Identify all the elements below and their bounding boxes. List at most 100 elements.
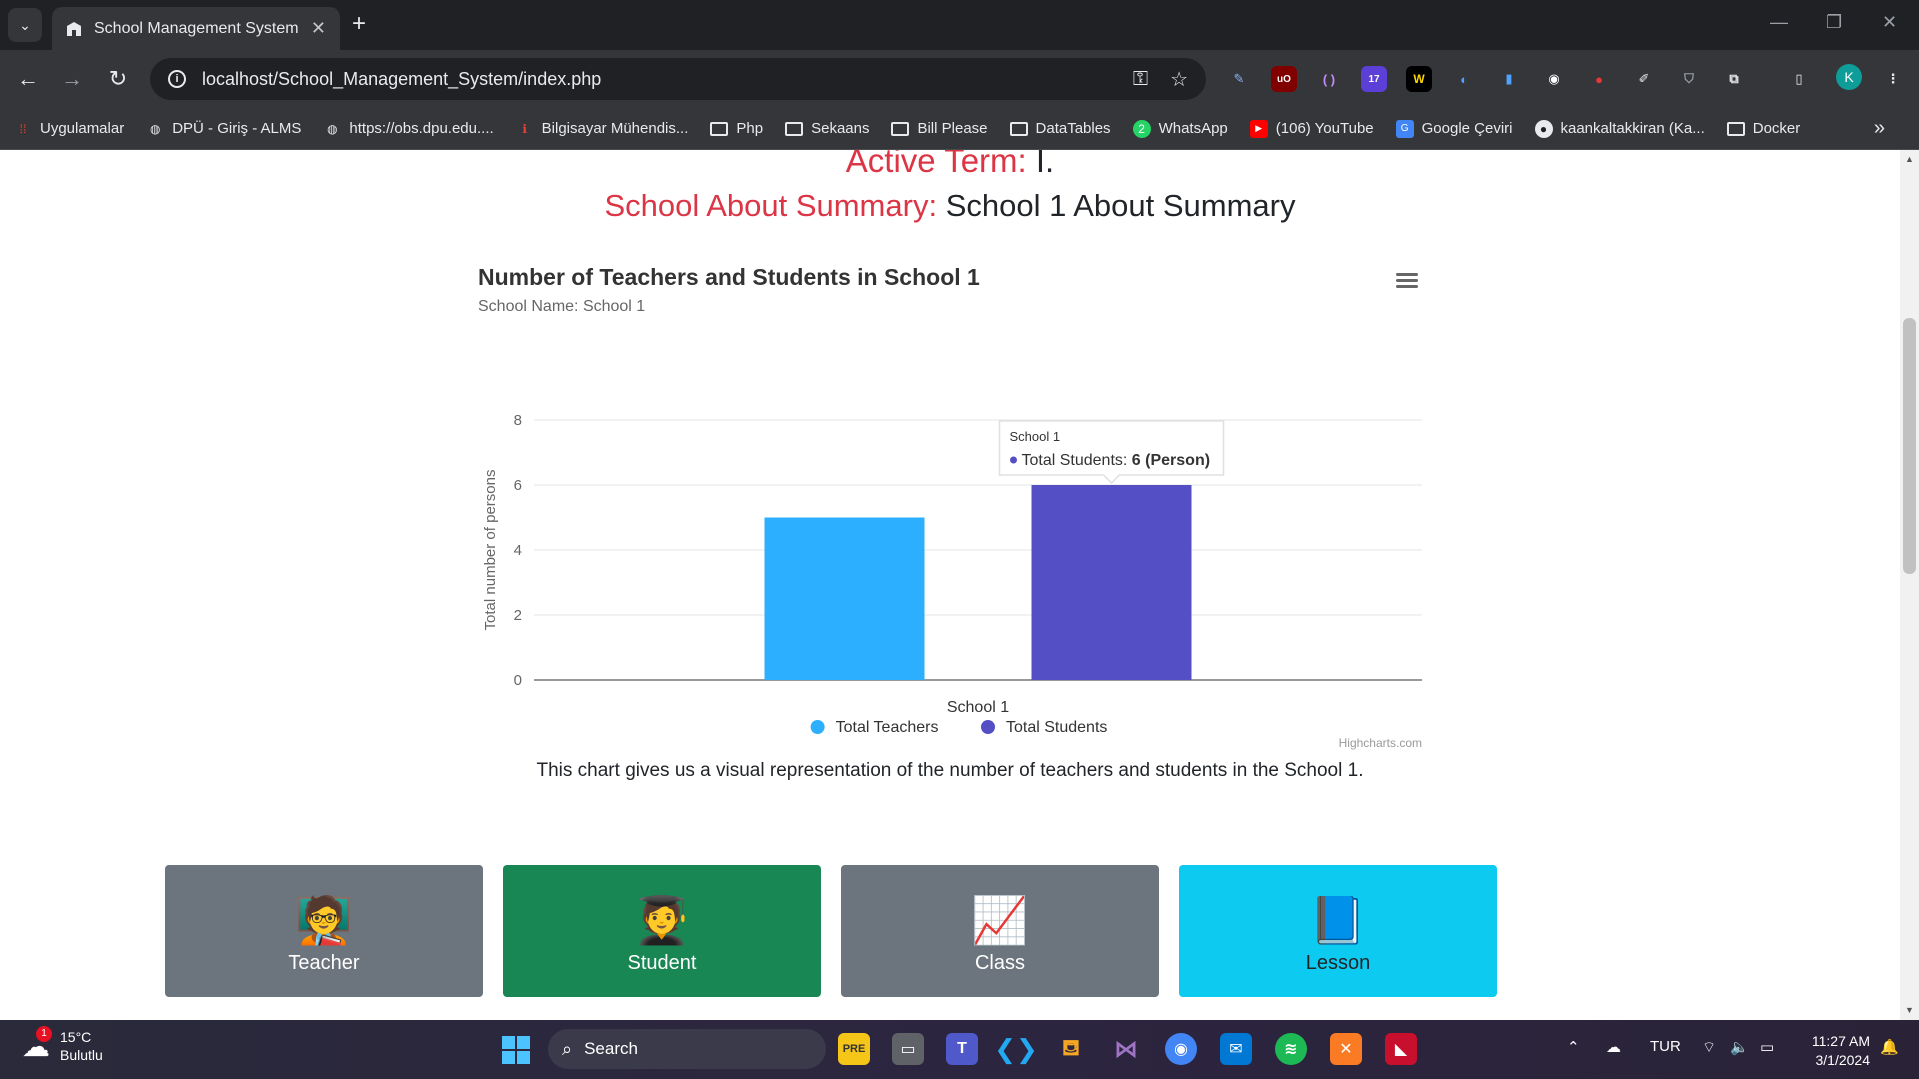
visual-studio-icon[interactable]: ⋈ [1110,1033,1142,1065]
tab-search-button[interactable]: ⌄ [8,8,42,42]
bookmark-label: (106) YouTube [1275,120,1374,137]
bookmark-label: Php [736,120,764,137]
forward-icon[interactable]: → [58,66,86,92]
tab-close-icon[interactable]: ✕ [311,18,326,39]
close-window-icon[interactable]: ✕ [1882,12,1897,33]
extension-record-icon[interactable]: ● [1586,66,1612,92]
teacher-card[interactable]: 🧑‍🏫 Teacher [165,865,483,997]
bookmark-google-translate[interactable]: G Google Çeviri [1395,119,1513,138]
tray-chevron-icon[interactable]: ⌃ [1567,1038,1580,1056]
bookmark-dpu-alms[interactable]: ◍ DPÜ - Giriş - ALMS [146,120,301,138]
extension-badge-icon[interactable]: 17 [1361,66,1387,92]
password-key-icon[interactable]: ⚿ [1133,68,1148,91]
system-clock[interactable]: 11:27 AM 3/1/2024 [1800,1032,1870,1070]
bookmark-bill-please[interactable]: Bill Please [891,120,988,137]
url-text[interactable]: localhost/School_Management_System/index… [202,69,1111,90]
taskbar-app-pre-icon[interactable]: PRE [838,1033,870,1065]
taskbar-app-red-icon[interactable]: ◣ [1385,1033,1417,1065]
bookmark-github[interactable]: ● kaankaltakkiran (Ka... [1534,119,1705,138]
taskbar-app-orange-icon[interactable]: ⛾ [1055,1033,1087,1065]
new-tab-button[interactable]: + [352,10,366,38]
page-content: Active Term: I. School About Summary: Sc… [0,150,1900,1020]
taskbar-search-label: Search [584,1039,638,1058]
scroll-down-icon[interactable]: ▼ [1905,1005,1914,1015]
weather-desc: Bulutlu [60,1047,103,1063]
vscode-icon[interactable]: ❮❯ [994,1033,1038,1065]
chart-caption: This chart gives us a visual representat… [536,760,1364,781]
bookmark-label: Bill Please [917,120,988,137]
more-bookmarks-icon[interactable]: » [1874,117,1885,140]
search-icon: ⌕ [562,1038,573,1059]
extension-pen-icon[interactable]: ✎ [1226,66,1252,92]
bookmark-obs[interactable]: ◍ https://obs.dpu.edu.... [323,120,494,138]
bookmark-whatsapp[interactable]: 2 WhatsApp [1132,119,1228,138]
navigation-cards: 🧑‍🏫 Teacher 🧑‍🎓 Student 📈 Class 📘 Lesson [165,865,1497,997]
bar-total-students [1031,485,1192,680]
volume-icon[interactable]: 🔈 [1730,1038,1749,1056]
extensions-puzzle-icon[interactable]: ⧉ [1721,66,1747,92]
scroll-thumb[interactable] [1903,318,1916,574]
bookmark-label: Docker [1752,120,1801,137]
notification-bell-icon[interactable]: 🔔 [1880,1038,1899,1056]
chalkboard-icon: 📈 [971,894,1029,946]
bookmark-docker[interactable]: Docker [1726,120,1801,137]
language-indicator[interactable]: TUR [1650,1038,1681,1055]
extension-w-icon[interactable]: W [1406,66,1432,92]
scroll-up-icon[interactable]: ▲ [1905,154,1914,164]
browser-tab[interactable]: School Management System ✕ [52,7,340,50]
chrome-icon[interactable]: ◉ [1165,1033,1197,1065]
xampp-icon[interactable]: ✕ [1330,1033,1362,1065]
chart-svg: 0 2 4 6 8 Total number of persons School 1 Tota… [482,412,1422,736]
class-card[interactable]: 📈 Class [841,865,1159,997]
folder-icon [710,121,729,136]
extension-badge-count: 17 [1368,73,1380,85]
student-card[interactable]: 🧑‍🎓 Student [503,865,821,997]
whatsapp-icon: 2 [1132,119,1151,138]
minimize-icon[interactable]: — [1770,12,1788,33]
lesson-card[interactable]: 📘 Lesson [1179,865,1497,997]
onedrive-icon[interactable]: ☁ [1606,1038,1621,1056]
extension-circle-icon[interactable]: ◉ [1541,66,1567,92]
extension-doc-icon[interactable]: ▮ [1496,66,1522,92]
chart-context-menu-icon[interactable] [1393,270,1421,294]
bookmark-apps[interactable]: ⁞⁞ Uygulamalar [14,120,125,138]
weather-temp: 15°C [60,1029,92,1045]
site-info-icon[interactable]: i [168,70,186,88]
chart-credits[interactable]: Highcharts.com [1339,736,1422,750]
bookmark-php[interactable]: Php [710,120,763,137]
bookmark-sekaans[interactable]: Sekaans [785,120,869,137]
battery-icon[interactable]: ▭ [1760,1038,1774,1056]
teacher-icon: 🧑‍🏫 [295,894,353,946]
spotify-icon[interactable]: ≋ [1275,1033,1307,1065]
mail-icon[interactable]: ✉ [1220,1033,1252,1065]
extension-shield-icon[interactable]: ⛉ [1676,66,1702,92]
legend-label: Total Teachers [836,719,939,736]
tooltip-value: 6 (Person) [1132,452,1210,469]
side-panel-icon[interactable]: ▯ [1786,66,1812,92]
y-tick-label: 8 [514,412,522,429]
taskbar-search[interactable]: ⌕ Search [548,1029,826,1069]
bookmark-star-icon[interactable]: ☆ [1170,67,1188,92]
wifi-icon[interactable]: ⌔ [1702,1038,1716,1057]
teacher-student-chart: 0 2 4 6 8 Total number of persons School 1 Tota… [468,256,1432,756]
browser-toolbar: ← → ↻ i localhost/School_Management_Syst… [0,50,1919,108]
restore-icon[interactable]: ❐ [1826,12,1842,33]
weather-widget[interactable]: ☁ 1 15°C Bulutlu [22,1025,103,1064]
ublock-icon[interactable]: uO [1271,66,1297,92]
browser-menu-icon[interactable]: ⋮ [1880,66,1906,92]
back-icon[interactable]: ← [14,66,42,92]
eyedropper-icon[interactable]: ✐ [1631,66,1657,92]
profile-avatar[interactable]: K [1836,64,1862,90]
windows-start-icon[interactable] [502,1036,530,1064]
extension-edge-icon[interactable]: ◐ [1451,66,1477,92]
bookmark-datatables[interactable]: DataTables [1009,120,1111,137]
extension-brackets-icon[interactable]: ( ) [1316,66,1342,92]
address-bar[interactable]: i localhost/School_Management_System/ind… [150,58,1206,100]
page-scrollbar[interactable]: ▲ ▼ [1900,150,1919,1020]
bookmark-bilgisayar[interactable]: ℹ Bilgisayar Mühendis... [516,120,688,138]
taskbar-app-windows-icon[interactable]: ▭ [892,1033,924,1065]
bookmark-youtube[interactable]: ▶ (106) YouTube [1249,119,1374,138]
bookmark-label: Google Çeviri [1421,120,1513,137]
reload-icon[interactable]: ↻ [104,66,132,92]
teams-icon[interactable]: T [946,1033,978,1065]
